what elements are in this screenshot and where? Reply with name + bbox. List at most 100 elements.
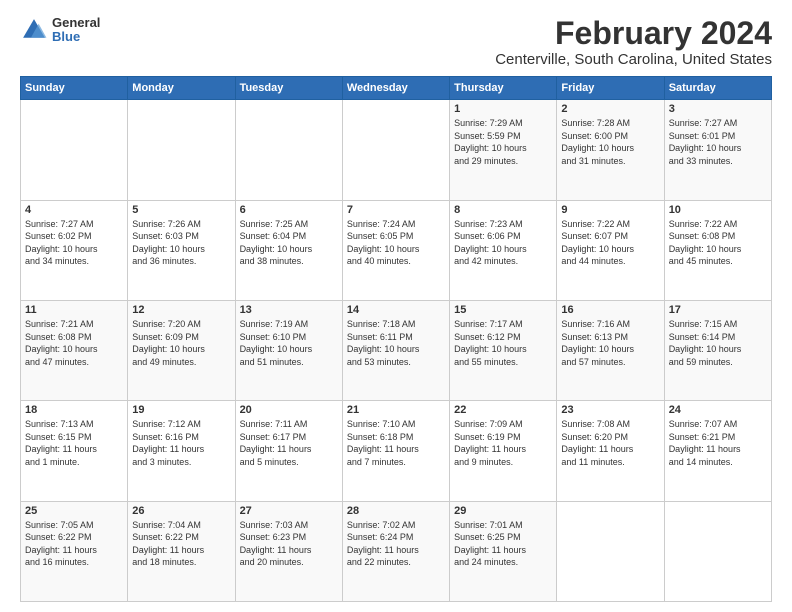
day-info: Sunrise: 7:19 AM Sunset: 6:10 PM Dayligh…: [240, 318, 338, 368]
title-section: February 2024 Centerville, South Carolin…: [495, 16, 772, 68]
day-header-friday: Friday: [557, 77, 664, 100]
calendar-cell: 13 Sunrise: 7:19 AM Sunset: 6:10 PM Dayli…: [235, 300, 342, 400]
calendar-cell: 6 Sunrise: 7:25 AM Sunset: 6:04 PM Daylig…: [235, 200, 342, 300]
day-info: Sunrise: 7:11 AM Sunset: 6:17 PM Dayligh…: [240, 418, 338, 468]
day-info: Sunrise: 7:28 AM Sunset: 6:00 PM Dayligh…: [561, 117, 659, 167]
day-info: Sunrise: 7:03 AM Sunset: 6:23 PM Dayligh…: [240, 519, 338, 569]
day-number: 16: [561, 304, 659, 316]
day-number: 17: [669, 304, 767, 316]
calendar-cell: 29 Sunrise: 7:01 AM Sunset: 6:25 PM Dayli…: [450, 501, 557, 601]
calendar-cell: [342, 100, 449, 200]
day-number: 13: [240, 304, 338, 316]
calendar-cell: 20 Sunrise: 7:11 AM Sunset: 6:17 PM Dayli…: [235, 401, 342, 501]
day-info: Sunrise: 7:15 AM Sunset: 6:14 PM Dayligh…: [669, 318, 767, 368]
day-info: Sunrise: 7:12 AM Sunset: 6:16 PM Dayligh…: [132, 418, 230, 468]
calendar-cell: 2 Sunrise: 7:28 AM Sunset: 6:00 PM Daylig…: [557, 100, 664, 200]
calendar-cell: [235, 100, 342, 200]
day-info: Sunrise: 7:04 AM Sunset: 6:22 PM Dayligh…: [132, 519, 230, 569]
day-info: Sunrise: 7:21 AM Sunset: 6:08 PM Dayligh…: [25, 318, 123, 368]
day-header-thursday: Thursday: [450, 77, 557, 100]
calendar-cell: 27 Sunrise: 7:03 AM Sunset: 6:23 PM Dayli…: [235, 501, 342, 601]
day-number: 24: [669, 404, 767, 416]
calendar-cell: 24 Sunrise: 7:07 AM Sunset: 6:21 PM Dayli…: [664, 401, 771, 501]
day-number: 1: [454, 103, 552, 115]
logo: General Blue: [20, 16, 100, 45]
day-number: 7: [347, 204, 445, 216]
day-number: 9: [561, 204, 659, 216]
day-number: 3: [669, 103, 767, 115]
day-number: 25: [25, 505, 123, 517]
day-info: Sunrise: 7:08 AM Sunset: 6:20 PM Dayligh…: [561, 418, 659, 468]
calendar-week-1: 1 Sunrise: 7:29 AM Sunset: 5:59 PM Daylig…: [21, 100, 772, 200]
calendar-cell: 4Sunrise: 7:27 AM Sunset: 6:02 PM Daylig…: [21, 200, 128, 300]
calendar-cell: 5Sunrise: 7:26 AM Sunset: 6:03 PM Daylig…: [128, 200, 235, 300]
day-number: 8: [454, 204, 552, 216]
day-info: Sunrise: 7:17 AM Sunset: 6:12 PM Dayligh…: [454, 318, 552, 368]
day-info: Sunrise: 7:27 AM Sunset: 6:02 PM Dayligh…: [25, 218, 123, 268]
calendar-cell: 11 Sunrise: 7:21 AM Sunset: 6:08 PM Dayli…: [21, 300, 128, 400]
day-number: 2: [561, 103, 659, 115]
page: General Blue February 2024 Centerville, …: [0, 0, 792, 612]
logo-icon: [20, 16, 48, 44]
logo-blue: Blue: [52, 30, 100, 44]
day-info: Sunrise: 7:18 AM Sunset: 6:11 PM Dayligh…: [347, 318, 445, 368]
day-number: 28: [347, 505, 445, 517]
calendar-cell: 12Sunrise: 7:20 AM Sunset: 6:09 PM Dayli…: [128, 300, 235, 400]
calendar-subtitle: Centerville, South Carolina, United Stat…: [495, 51, 772, 68]
day-info: Sunrise: 7:22 AM Sunset: 6:08 PM Dayligh…: [669, 218, 767, 268]
calendar-cell: 25 Sunrise: 7:05 AM Sunset: 6:22 PM Dayli…: [21, 501, 128, 601]
day-number: 26: [132, 505, 230, 517]
calendar-cell: 7Sunrise: 7:24 AM Sunset: 6:05 PM Daylig…: [342, 200, 449, 300]
day-number: 18: [25, 404, 123, 416]
day-number: 11: [25, 304, 123, 316]
calendar-cell: 3Sunrise: 7:27 AM Sunset: 6:01 PM Daylig…: [664, 100, 771, 200]
day-info: Sunrise: 7:26 AM Sunset: 6:03 PM Dayligh…: [132, 218, 230, 268]
calendar-cell: 19Sunrise: 7:12 AM Sunset: 6:16 PM Dayli…: [128, 401, 235, 501]
day-info: Sunrise: 7:09 AM Sunset: 6:19 PM Dayligh…: [454, 418, 552, 468]
calendar-cell: [128, 100, 235, 200]
day-number: 15: [454, 304, 552, 316]
day-header-saturday: Saturday: [664, 77, 771, 100]
day-info: Sunrise: 7:10 AM Sunset: 6:18 PM Dayligh…: [347, 418, 445, 468]
day-header-monday: Monday: [128, 77, 235, 100]
day-info: Sunrise: 7:07 AM Sunset: 6:21 PM Dayligh…: [669, 418, 767, 468]
calendar-cell: [557, 501, 664, 601]
day-info: Sunrise: 7:22 AM Sunset: 6:07 PM Dayligh…: [561, 218, 659, 268]
header: General Blue February 2024 Centerville, …: [20, 16, 772, 68]
day-header-tuesday: Tuesday: [235, 77, 342, 100]
day-info: Sunrise: 7:23 AM Sunset: 6:06 PM Dayligh…: [454, 218, 552, 268]
day-number: 27: [240, 505, 338, 517]
calendar-cell: 16 Sunrise: 7:16 AM Sunset: 6:13 PM Dayli…: [557, 300, 664, 400]
day-info: Sunrise: 7:29 AM Sunset: 5:59 PM Dayligh…: [454, 117, 552, 167]
day-number: 6: [240, 204, 338, 216]
day-info: Sunrise: 7:02 AM Sunset: 6:24 PM Dayligh…: [347, 519, 445, 569]
day-number: 14: [347, 304, 445, 316]
day-info: Sunrise: 7:25 AM Sunset: 6:04 PM Dayligh…: [240, 218, 338, 268]
day-info: Sunrise: 7:16 AM Sunset: 6:13 PM Dayligh…: [561, 318, 659, 368]
calendar-cell: 10 Sunrise: 7:22 AM Sunset: 6:08 PM Dayli…: [664, 200, 771, 300]
logo-text: General Blue: [52, 16, 100, 45]
day-header-wednesday: Wednesday: [342, 77, 449, 100]
day-number: 10: [669, 204, 767, 216]
calendar-cell: 21 Sunrise: 7:10 AM Sunset: 6:18 PM Dayli…: [342, 401, 449, 501]
day-number: 20: [240, 404, 338, 416]
calendar-week-2: 4Sunrise: 7:27 AM Sunset: 6:02 PM Daylig…: [21, 200, 772, 300]
logo-general: General: [52, 16, 100, 30]
calendar-cell: 14 Sunrise: 7:18 AM Sunset: 6:11 PM Dayli…: [342, 300, 449, 400]
calendar-cell: 28 Sunrise: 7:02 AM Sunset: 6:24 PM Dayli…: [342, 501, 449, 601]
calendar-week-3: 11 Sunrise: 7:21 AM Sunset: 6:08 PM Dayli…: [21, 300, 772, 400]
calendar-week-4: 18 Sunrise: 7:13 AM Sunset: 6:15 PM Dayli…: [21, 401, 772, 501]
day-number: 23: [561, 404, 659, 416]
day-info: Sunrise: 7:13 AM Sunset: 6:15 PM Dayligh…: [25, 418, 123, 468]
day-info: Sunrise: 7:20 AM Sunset: 6:09 PM Dayligh…: [132, 318, 230, 368]
calendar-cell: 8 Sunrise: 7:23 AM Sunset: 6:06 PM Daylig…: [450, 200, 557, 300]
day-number: 21: [347, 404, 445, 416]
day-info: Sunrise: 7:01 AM Sunset: 6:25 PM Dayligh…: [454, 519, 552, 569]
calendar-cell: 23 Sunrise: 7:08 AM Sunset: 6:20 PM Dayli…: [557, 401, 664, 501]
calendar-cell: 15 Sunrise: 7:17 AM Sunset: 6:12 PM Dayli…: [450, 300, 557, 400]
day-header-sunday: Sunday: [21, 77, 128, 100]
calendar-cell: 9 Sunrise: 7:22 AM Sunset: 6:07 PM Daylig…: [557, 200, 664, 300]
day-info: Sunrise: 7:05 AM Sunset: 6:22 PM Dayligh…: [25, 519, 123, 569]
day-number: 29: [454, 505, 552, 517]
calendar-table: SundayMondayTuesdayWednesdayThursdayFrid…: [20, 76, 772, 602]
